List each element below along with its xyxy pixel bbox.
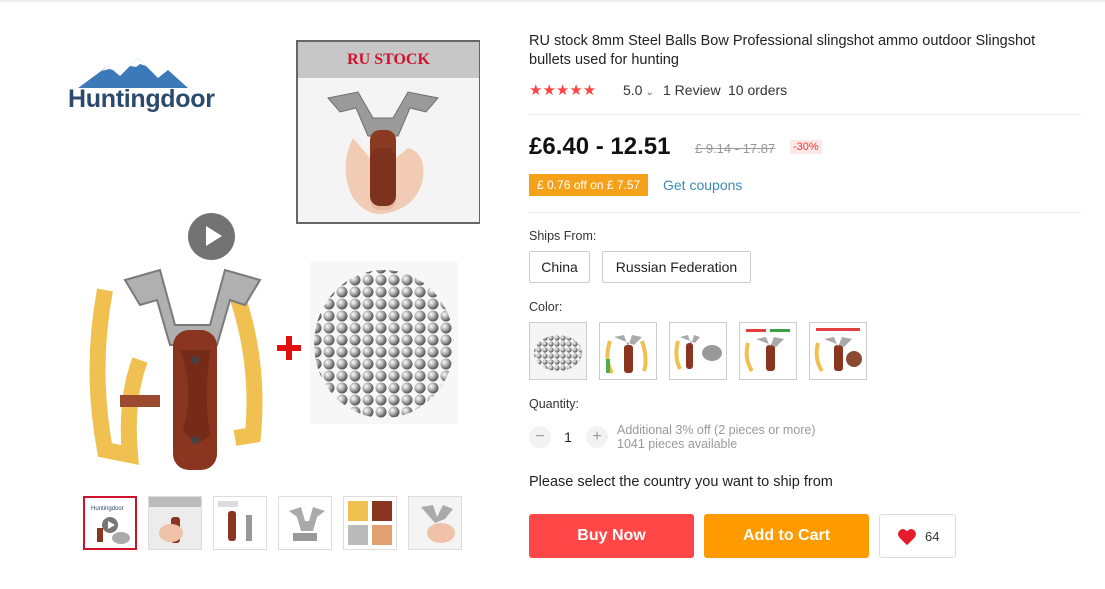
svg-text:Huntingdoor: Huntingdoor xyxy=(91,506,124,512)
color-option-slingshot-bands[interactable] xyxy=(599,322,657,380)
thumbnail-1[interactable]: Huntingdoor xyxy=(83,496,137,550)
steel-balls-image xyxy=(310,262,458,424)
quantity-note: Additional 3% off (2 pieces or more) 104… xyxy=(617,423,815,451)
divider xyxy=(529,114,1081,115)
thumbnail-6[interactable] xyxy=(408,496,462,550)
discount-badge: -30% xyxy=(790,140,822,154)
ru-stock-panel: RU STOCK xyxy=(296,40,480,224)
slingshot-image xyxy=(89,268,263,470)
chevron-down-icon: ⌄ xyxy=(645,87,654,98)
mountain-icon xyxy=(78,58,188,88)
color-label: Color: xyxy=(529,300,563,314)
original-price: £ 9.14 - 17.87 xyxy=(695,141,776,156)
color-option-slingshot-kit[interactable] xyxy=(739,322,797,380)
top-divider xyxy=(0,0,1105,2)
product-title: RU stock 8mm Steel Balls Bow Professiona… xyxy=(529,33,1036,68)
ship-from-china-button[interactable]: China xyxy=(529,251,590,283)
add-to-cart-button[interactable]: Add to Cart xyxy=(704,514,869,558)
heart-icon xyxy=(898,529,916,546)
bulk-discount-note: Additional 3% off (2 pieces or more) xyxy=(617,423,816,437)
buy-now-button[interactable]: Buy Now xyxy=(529,514,694,558)
coupon-badge: £ 0.76 off on £ 7.57 xyxy=(529,174,653,196)
stock-available: 1041 pieces available xyxy=(617,437,738,451)
wishlist-button[interactable]: 64 xyxy=(879,514,956,558)
color-option-slingshot-balls[interactable] xyxy=(669,322,727,380)
thumbnail-3[interactable] xyxy=(213,496,267,550)
rating-value[interactable]: 5.0 ⌄ xyxy=(623,82,654,98)
quantity-label: Quantity: xyxy=(529,397,580,411)
hand-holding-slingshot-image xyxy=(298,78,479,222)
thumbnail-4[interactable] xyxy=(278,496,332,550)
quantity-input[interactable]: 1 xyxy=(562,429,574,445)
get-coupons-link[interactable]: Get coupons xyxy=(663,177,742,193)
wishlist-count: 64 xyxy=(925,529,940,544)
quantity-decrease-button[interactable]: − xyxy=(529,426,551,448)
brand-logo: Huntingdoor xyxy=(68,58,243,118)
quantity-increase-button[interactable]: + xyxy=(586,426,608,448)
current-price: £6.40 - 12.51 xyxy=(529,133,671,160)
play-video-button[interactable] xyxy=(188,213,235,260)
ru-stock-title: RU STOCK xyxy=(347,51,430,68)
divider xyxy=(529,212,1081,213)
thumbnail-2[interactable] xyxy=(148,496,202,550)
reviews-link[interactable]: 1 Review xyxy=(663,82,721,98)
ships-from-label: Ships From: xyxy=(529,229,597,243)
color-option-slingshot-ammo[interactable] xyxy=(809,322,867,380)
ru-stock-banner: RU STOCK xyxy=(298,42,479,78)
rating-stars-icon: ★★★★★ xyxy=(529,82,597,99)
orders-count: 10 orders xyxy=(728,82,788,98)
logo-text: Huntingdoor xyxy=(68,85,215,113)
ship-country-message: Please select the country you want to sh… xyxy=(529,474,833,490)
ship-from-russia-button[interactable]: Russian Federation xyxy=(602,251,751,283)
plus-sign-icon xyxy=(277,336,301,360)
main-product-image[interactable]: Huntingdoor RU STOCK xyxy=(60,20,480,470)
rating-value-text: 5.0 xyxy=(623,82,643,98)
thumbnail-5[interactable] xyxy=(343,496,397,550)
color-option-steel-balls[interactable] xyxy=(529,322,587,380)
